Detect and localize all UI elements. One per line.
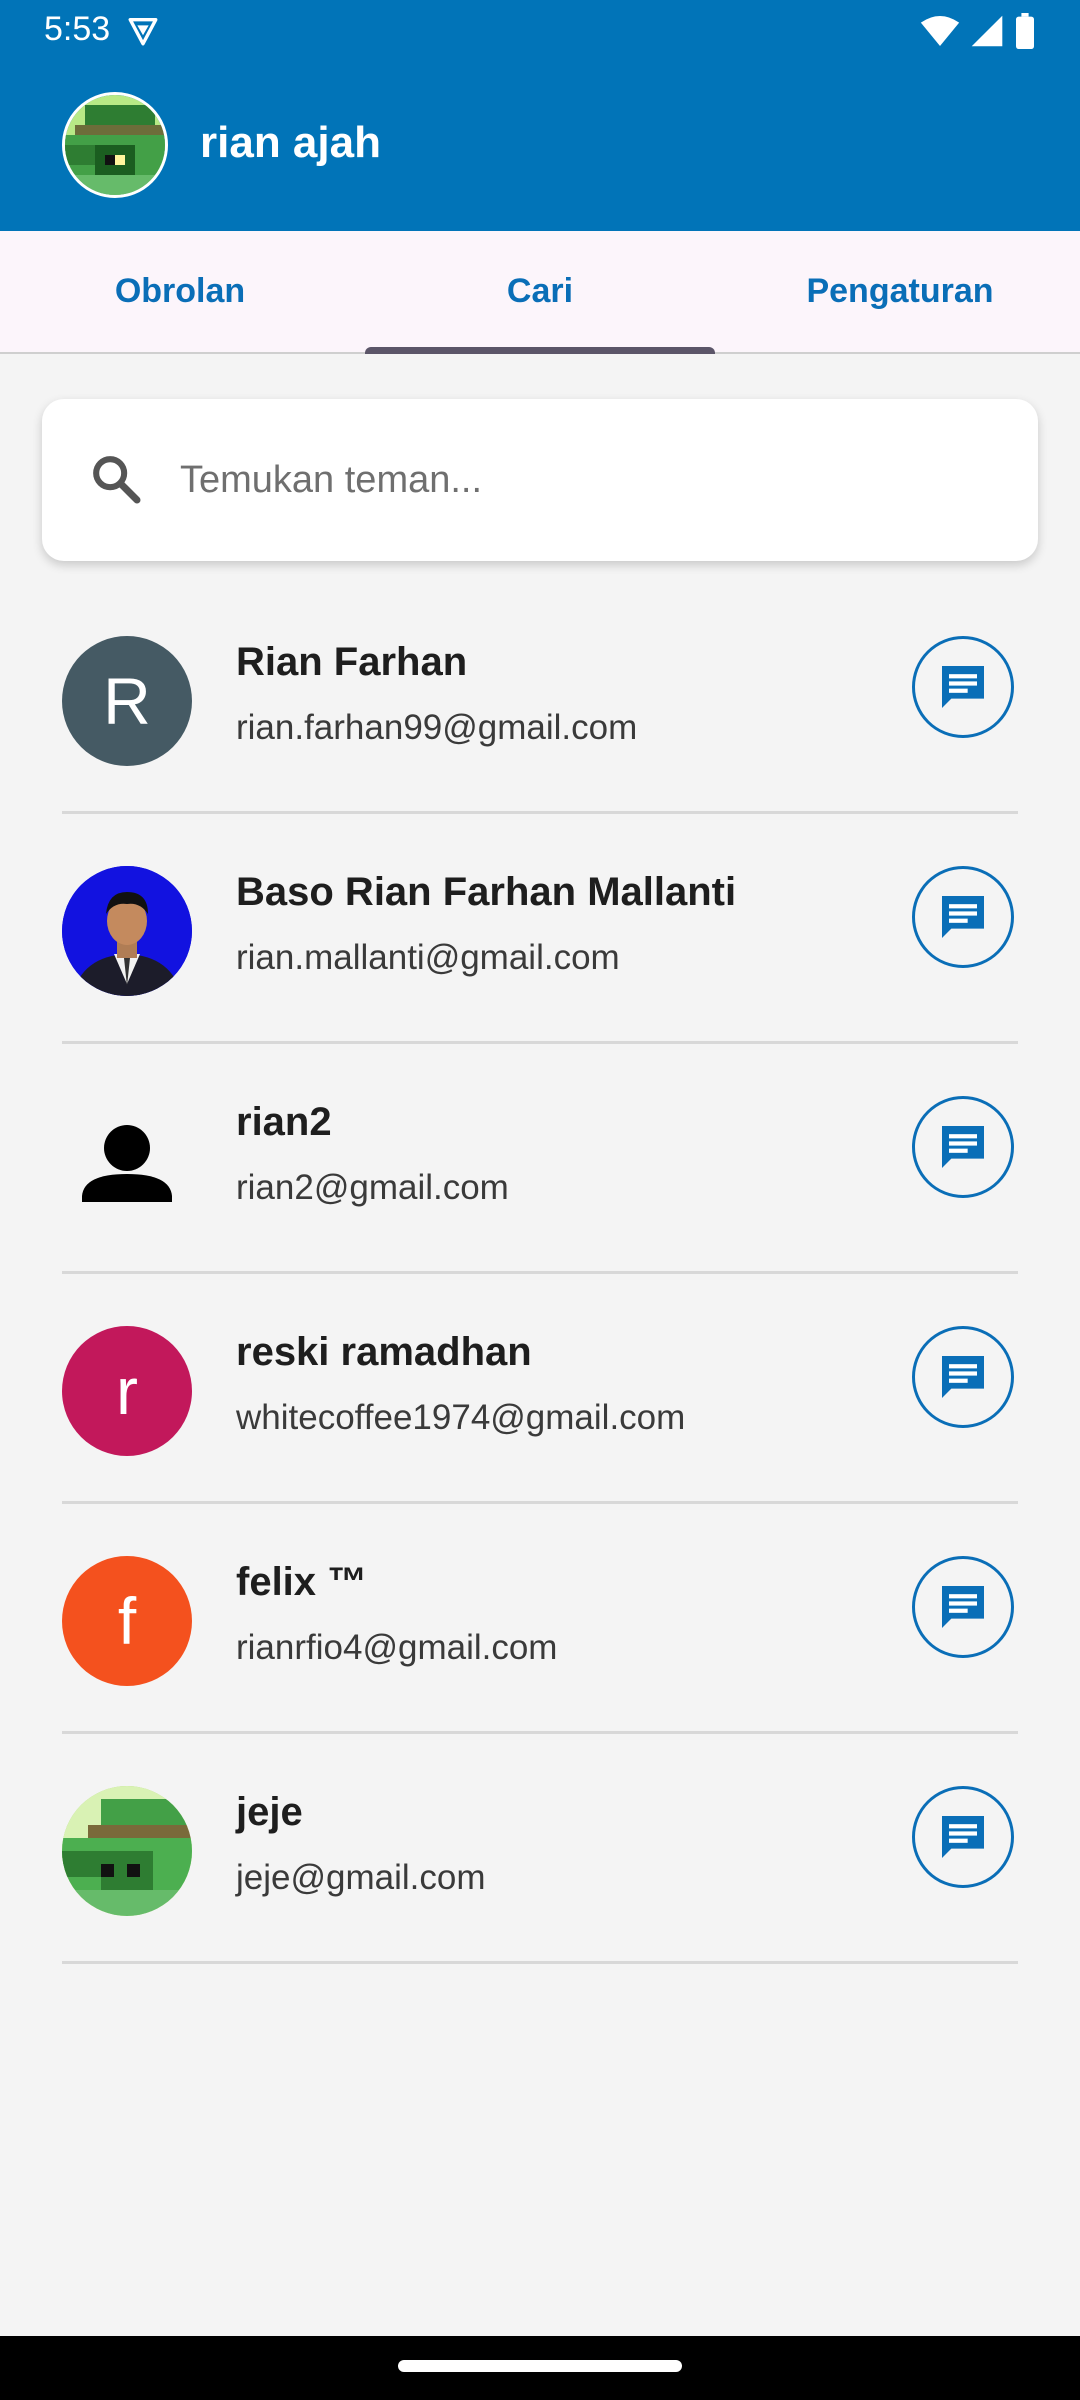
user-name: Baso Rian Farhan Mallanti: [236, 870, 737, 914]
chat-icon: [942, 1126, 984, 1168]
chat-button[interactable]: [912, 636, 1014, 738]
search-icon: [93, 456, 141, 504]
user-email: rian.farhan99@gmail.com: [236, 708, 638, 747]
user-name: reski ramadhan: [236, 1330, 532, 1374]
profile-avatar[interactable]: [62, 92, 168, 198]
avatar: r: [62, 1326, 192, 1456]
battery-icon: [1016, 13, 1034, 49]
person-silhouette-icon: [82, 1125, 172, 1202]
chat-button[interactable]: [912, 1786, 1014, 1888]
user-name: Rian Farhan: [236, 640, 468, 684]
tab-bar: Obrolan Cari Pengaturan: [0, 231, 1080, 354]
pixel-character-avatar: [62, 1786, 192, 1916]
list-item[interactable]: r reski ramadhan whitecoffee1974@gmail.c…: [62, 1274, 1018, 1504]
pixel-character-avatar: [65, 95, 165, 195]
tab-indicator: [365, 347, 715, 354]
chat-button[interactable]: [912, 1326, 1014, 1428]
user-email: rian.mallanti@gmail.com: [236, 938, 620, 977]
avatar-letter: R: [103, 664, 151, 738]
chat-button[interactable]: [912, 1096, 1014, 1198]
chat-icon: [942, 666, 984, 708]
list-item[interactable]: R Rian Farhan rian.farhan99@gmail.com: [62, 584, 1018, 814]
chat-icon: [942, 1816, 984, 1858]
avatar-letter: f: [117, 1584, 137, 1658]
user-email: jeje@gmail.com: [236, 1858, 486, 1897]
wifi-icon: [920, 16, 960, 46]
search-input[interactable]: [178, 439, 1002, 521]
system-navigation-bar: [0, 2336, 1080, 2400]
avatar: f: [62, 1556, 192, 1686]
user-email: rianrfio4@gmail.com: [236, 1628, 558, 1667]
user-email: whitecoffee1974@gmail.com: [236, 1398, 686, 1437]
user-name: felix ™: [236, 1560, 368, 1604]
avatar: R: [62, 636, 192, 766]
list-item[interactable]: f felix ™ rianrfio4@gmail.com: [62, 1504, 1018, 1734]
user-email: rian2@gmail.com: [236, 1168, 509, 1207]
app-bar: rian ajah: [0, 62, 1080, 231]
user-name: jeje: [236, 1790, 303, 1834]
chat-button[interactable]: [912, 1556, 1014, 1658]
app-title: rian ajah: [200, 118, 381, 167]
divider: [62, 1961, 1018, 1964]
signal-icon: [971, 15, 1003, 47]
tab-cari[interactable]: Cari: [360, 231, 720, 352]
tab-pengaturan[interactable]: Pengaturan: [720, 231, 1080, 352]
avatar: [62, 1096, 192, 1226]
status-bar: 5:53: [0, 0, 1080, 62]
avatar: [62, 866, 192, 996]
user-name: rian2: [236, 1100, 332, 1144]
chat-button[interactable]: [912, 866, 1014, 968]
avatar: [62, 1786, 192, 1916]
avatar-letter: r: [116, 1354, 138, 1428]
list-item[interactable]: rian2 rian2@gmail.com: [62, 1044, 1018, 1274]
profile-photo: [62, 866, 192, 996]
status-time: 5:53: [44, 10, 111, 48]
list-item[interactable]: jeje jeje@gmail.com: [62, 1734, 1018, 1964]
chat-icon: [942, 1586, 984, 1628]
search-card: [42, 399, 1038, 561]
home-gesture-handle[interactable]: [398, 2360, 682, 2372]
chat-icon: [942, 896, 984, 938]
list-item[interactable]: Baso Rian Farhan Mallanti rian.mallanti@…: [62, 814, 1018, 1044]
chat-icon: [942, 1356, 984, 1398]
tab-obrolan[interactable]: Obrolan: [0, 231, 360, 352]
vpn-icon: [128, 17, 158, 46]
